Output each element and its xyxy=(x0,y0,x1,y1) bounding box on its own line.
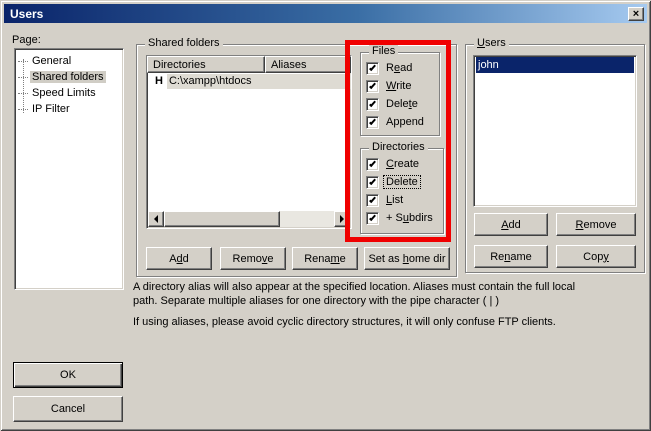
checkbox-row-create[interactable]: Create xyxy=(366,157,421,171)
checkbox-label: + Subdirs xyxy=(384,212,435,224)
checkbox-label: Write xyxy=(384,80,413,92)
tree-stub xyxy=(18,109,28,110)
column-header-directories[interactable]: Directories xyxy=(147,56,265,73)
button-label: Add xyxy=(169,253,189,265)
column-header-aliases[interactable]: Aliases xyxy=(265,56,351,73)
close-button[interactable]: × xyxy=(628,7,644,21)
checkbox-label: Append xyxy=(384,116,426,128)
sidebar-item-label: Speed Limits xyxy=(30,87,98,99)
users-group-label: Users xyxy=(474,37,509,49)
cancel-button[interactable]: Cancel xyxy=(13,396,123,422)
delete-dirs-checkbox[interactable] xyxy=(366,176,379,189)
button-label: Remove xyxy=(576,219,617,231)
checkmark-icon xyxy=(369,81,376,88)
subdirs-checkbox[interactable] xyxy=(366,212,379,225)
tree-stub xyxy=(18,61,28,62)
checkmark-icon xyxy=(369,99,376,106)
alias-note-line2: path. Separate multiple aliases for one … xyxy=(133,295,499,307)
home-marker: H xyxy=(147,75,167,87)
checkmark-icon xyxy=(369,117,376,124)
directory-row[interactable]: H C:\xampp\htdocs xyxy=(147,73,351,89)
checkbox-row-read[interactable]: Read xyxy=(366,61,414,75)
button-label: Rename xyxy=(304,253,346,265)
checkmark-icon xyxy=(369,195,376,202)
alias-note-line1: A directory alias will also appear at th… xyxy=(133,281,575,293)
add-folder-button[interactable]: Add xyxy=(146,247,212,270)
directories-group-label: Directories xyxy=(369,141,428,153)
tree-stub xyxy=(18,93,28,94)
add-user-button[interactable]: Add xyxy=(474,213,548,236)
sidebar-item-label: Shared folders xyxy=(30,71,106,83)
page-tree: General Shared folders Speed Limits IP F… xyxy=(14,48,124,290)
ok-button[interactable]: OK xyxy=(13,362,123,388)
files-group-label: Files xyxy=(369,45,398,57)
directory-path: C:\xampp\htdocs xyxy=(167,74,351,89)
set-as-home-dir-button[interactable]: Set as home dir xyxy=(364,247,450,270)
checkmark-icon xyxy=(369,159,376,166)
scroll-right-icon xyxy=(340,215,348,223)
button-label: Set as home dir xyxy=(368,253,445,265)
close-icon: × xyxy=(633,9,639,19)
sidebar-item-speed-limits[interactable]: Speed Limits xyxy=(15,85,123,101)
page-label: Page: xyxy=(12,34,41,46)
users-listbox[interactable]: john xyxy=(473,55,637,207)
write-checkbox[interactable] xyxy=(366,80,379,93)
checkbox-label: Delete xyxy=(384,98,420,110)
title-bar[interactable]: Users × xyxy=(4,4,647,23)
scroll-left-button[interactable] xyxy=(148,211,164,227)
checkbox-row-delete-dirs[interactable]: Delete xyxy=(366,175,420,189)
scrollbar-track[interactable] xyxy=(280,211,334,227)
sidebar-item-label: General xyxy=(30,55,73,67)
remove-user-button[interactable]: Remove xyxy=(556,213,636,236)
checkbox-label: Read xyxy=(384,62,414,74)
user-name: john xyxy=(478,59,499,71)
checkbox-row-append[interactable]: Append xyxy=(366,115,426,129)
checkbox-row-list[interactable]: List xyxy=(366,193,405,207)
checkbox-label: Create xyxy=(384,158,421,170)
checkmark-icon xyxy=(369,177,376,184)
rename-user-button[interactable]: Rename xyxy=(474,245,548,268)
scroll-left-icon xyxy=(150,215,158,223)
sidebar-item-label: IP Filter xyxy=(30,103,72,115)
scroll-right-button[interactable] xyxy=(334,211,350,227)
cyclic-note: If using aliases, please avoid cyclic di… xyxy=(133,316,556,328)
button-label: Add xyxy=(501,219,521,231)
tree-stub xyxy=(18,77,28,78)
checkmark-icon xyxy=(369,213,376,220)
create-checkbox[interactable] xyxy=(366,158,379,171)
button-label: OK xyxy=(60,369,76,381)
checkbox-row-write[interactable]: Write xyxy=(366,79,413,93)
shared-folders-group-label: Shared folders xyxy=(145,37,223,49)
read-checkbox[interactable] xyxy=(366,62,379,75)
button-label: Copy xyxy=(583,251,609,263)
checkmark-icon xyxy=(369,63,376,70)
checkbox-label-focused: Delete xyxy=(384,176,420,188)
dialog-title: Users xyxy=(10,7,628,21)
button-label: Remove xyxy=(233,253,274,265)
list-checkbox[interactable] xyxy=(366,194,379,207)
append-checkbox[interactable] xyxy=(366,116,379,129)
horizontal-scrollbar[interactable] xyxy=(148,211,350,227)
sidebar-item-ip-filter[interactable]: IP Filter xyxy=(15,101,123,117)
copy-user-button[interactable]: Copy xyxy=(556,245,636,268)
user-list-item[interactable]: john xyxy=(476,57,634,73)
checkbox-label: List xyxy=(384,194,405,206)
delete-files-checkbox[interactable] xyxy=(366,98,379,111)
button-label: Rename xyxy=(490,251,532,263)
button-label: Cancel xyxy=(51,403,85,415)
remove-folder-button[interactable]: Remove xyxy=(220,247,286,270)
sidebar-item-shared-folders[interactable]: Shared folders xyxy=(15,69,123,85)
sidebar-item-general[interactable]: General xyxy=(15,53,123,69)
rename-folder-button[interactable]: Rename xyxy=(292,247,358,270)
directories-listview[interactable]: Directories Aliases H C:\xampp\htdocs xyxy=(146,55,352,229)
checkbox-row-delete-files[interactable]: Delete xyxy=(366,97,420,111)
listview-header: Directories Aliases xyxy=(147,56,351,73)
scrollbar-thumb[interactable] xyxy=(164,211,280,227)
checkbox-row-subdirs[interactable]: + Subdirs xyxy=(366,211,435,225)
users-dialog: Users × Page: General Shared folders Spe… xyxy=(0,0,651,431)
